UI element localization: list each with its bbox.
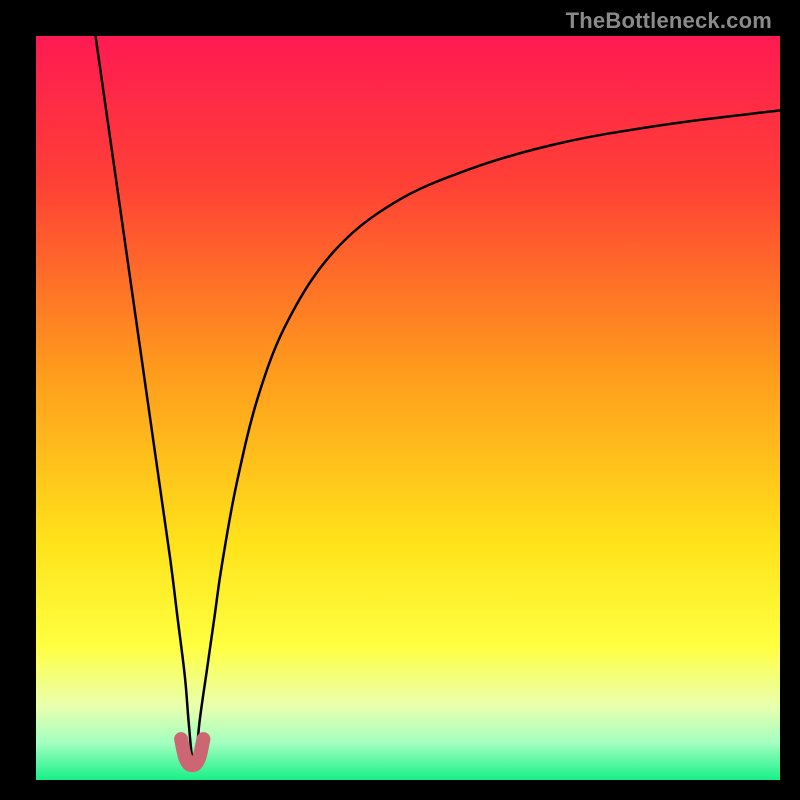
bottleneck-curve: [96, 36, 780, 763]
curve-layer: [36, 36, 780, 780]
plot-area: [36, 36, 780, 780]
chart-frame: TheBottleneck.com: [0, 0, 800, 800]
watermark-text: TheBottleneck.com: [566, 8, 772, 34]
